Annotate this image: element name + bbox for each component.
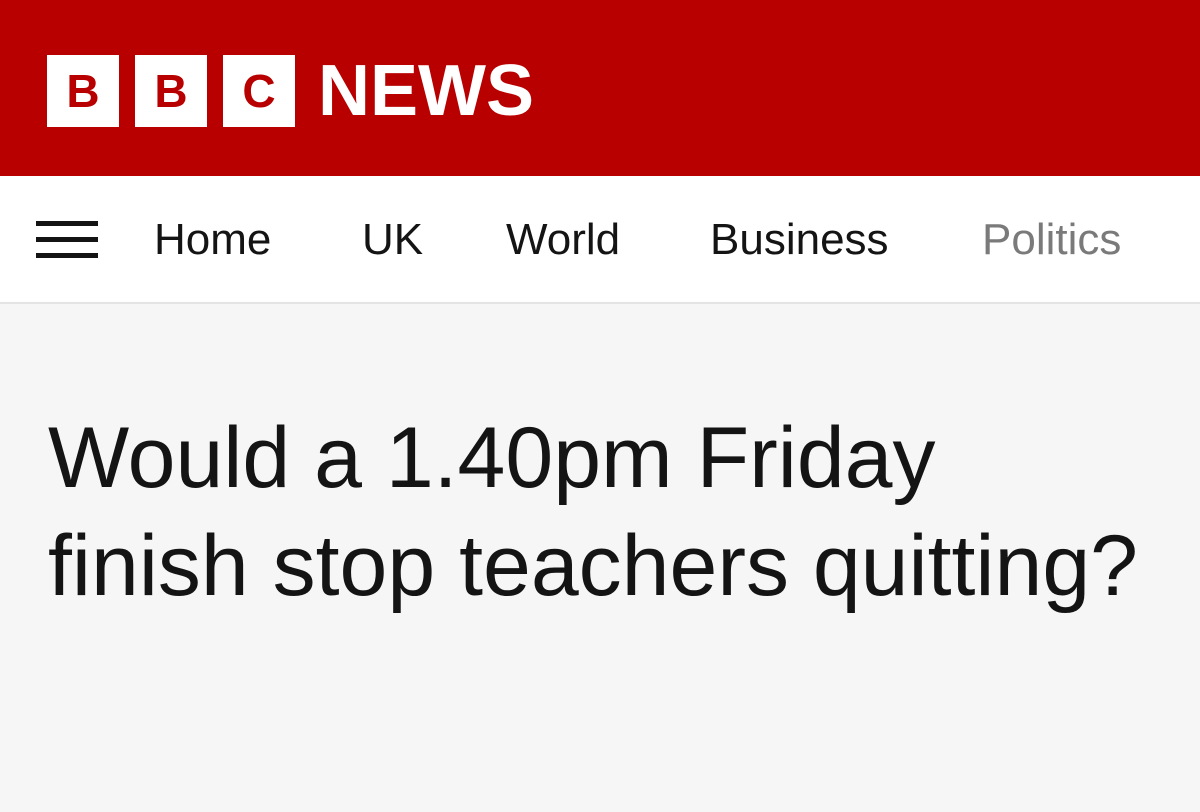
nav-item-business[interactable]: Business <box>710 214 889 266</box>
nav-item-world[interactable]: World <box>506 214 620 266</box>
menu-line <box>36 237 98 242</box>
logo-letter-b[interactable]: B <box>47 55 119 127</box>
menu-line <box>36 221 98 226</box>
logo-letter-b[interactable]: B <box>135 55 207 127</box>
masthead: B B C NEWS <box>0 0 1200 176</box>
main-navigation: Home UK World Business Politics <box>0 176 1200 304</box>
menu-line <box>36 253 98 258</box>
nav-item-politics[interactable]: Politics <box>982 214 1121 266</box>
article-headline: Would a 1.40pm Friday finish stop teache… <box>48 410 1138 614</box>
nav-item-home[interactable]: Home <box>154 214 271 266</box>
hamburger-menu-icon[interactable] <box>36 221 98 261</box>
logo-news-wordmark[interactable]: NEWS <box>318 52 534 130</box>
nav-item-uk[interactable]: UK <box>362 214 423 266</box>
logo-letter-c[interactable]: C <box>223 55 295 127</box>
